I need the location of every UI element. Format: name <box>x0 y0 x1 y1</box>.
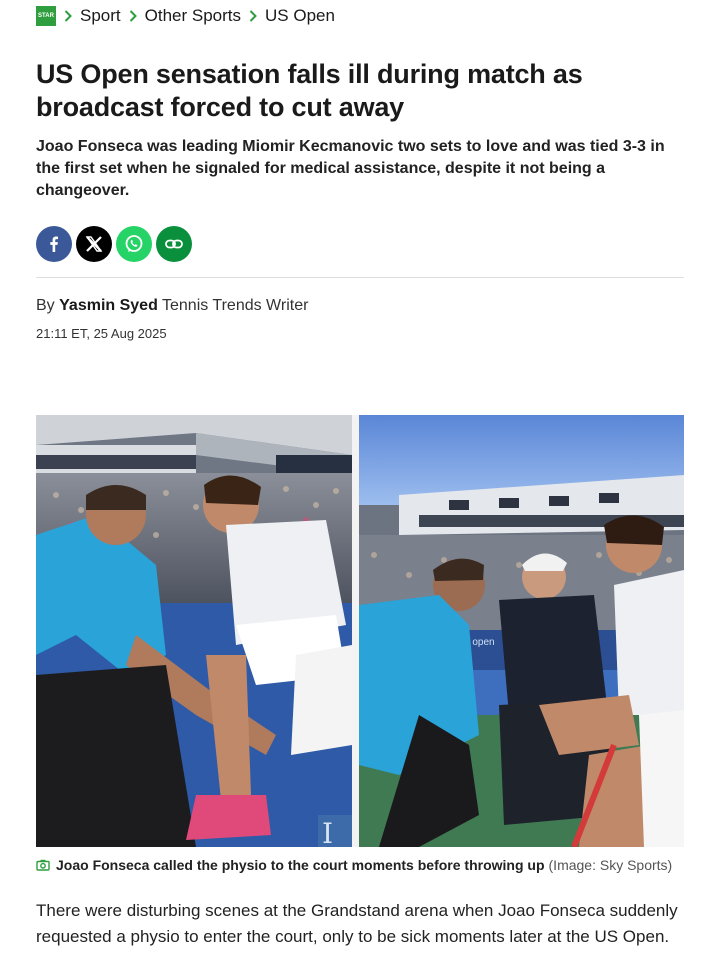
image-panel-left: I <box>36 415 352 847</box>
chevron-right-icon <box>249 10 257 22</box>
share-x-button[interactable] <box>76 226 112 262</box>
chevron-right-icon <box>64 10 72 22</box>
share-whatsapp-button[interactable] <box>116 226 152 262</box>
author-name[interactable]: Yasmin Syed <box>59 297 158 314</box>
share-bar <box>36 226 192 262</box>
site-logo[interactable]: STAR <box>36 6 56 26</box>
share-facebook-button[interactable] <box>36 226 72 262</box>
facebook-icon <box>50 236 58 252</box>
image-caption: Joao Fonseca called the physio to the co… <box>36 857 684 873</box>
link-icon <box>165 239 183 249</box>
byline-prefix: By <box>36 297 55 314</box>
image-divider <box>352 415 359 847</box>
breadcrumb: STAR Sport Other Sports US Open <box>36 5 343 27</box>
image-credit: (Image: Sky Sports) <box>548 857 673 873</box>
svg-text:I: I <box>322 817 333 847</box>
body-paragraph: There were disturbing scenes at the Gran… <box>36 901 678 946</box>
share-link-button[interactable] <box>156 226 192 262</box>
caption-text: Joao Fonseca called the physio to the co… <box>56 857 545 873</box>
breadcrumb-sport[interactable]: Sport <box>80 6 121 26</box>
chevron-right-icon <box>129 10 137 22</box>
standfirst: Joao Fonseca was leading Miomir Kecmanov… <box>36 138 665 199</box>
x-icon <box>85 236 103 252</box>
image-panel-right: us open <box>359 415 684 847</box>
article-image[interactable]: I us open <box>36 415 684 847</box>
byline: By Yasmin Syed Tennis Trends Writer <box>36 297 308 315</box>
author-role: Tennis Trends Writer <box>162 297 309 314</box>
whatsapp-icon <box>125 235 143 252</box>
breadcrumb-other-sports[interactable]: Other Sports <box>145 6 241 26</box>
headline: US Open sensation falls ill during match… <box>36 59 583 122</box>
breadcrumb-us-open[interactable]: US Open <box>265 6 335 26</box>
publish-date: 21:11 ET, 25 Aug 2025 <box>36 326 167 341</box>
camera-icon <box>36 859 50 871</box>
divider <box>36 277 684 278</box>
